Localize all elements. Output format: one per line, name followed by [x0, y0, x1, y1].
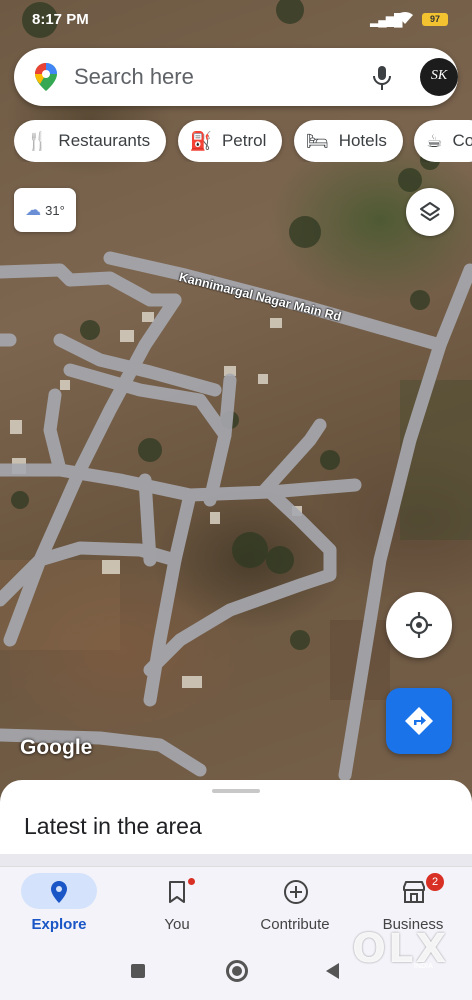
bed-icon: 🛏 [305, 130, 329, 151]
back-button[interactable] [326, 963, 339, 979]
chip-label: Restaurants [58, 131, 151, 150]
directions-button[interactable] [386, 688, 452, 754]
chip-restaurants[interactable]: 🍴 Restaurants [14, 120, 167, 162]
notification-badge: 2 [426, 873, 444, 891]
category-chips: 🍴 Restaurants ⛽ Petrol 🛏 Hotels ☕ Co [14, 120, 472, 162]
google-attribution: Google [20, 736, 93, 759]
chip-coffee[interactable]: ☕ Co [414, 120, 472, 162]
status-bar: 8:17 PM ▂▄▆█ 97 [0, 0, 472, 40]
fuel-icon: ⛽ [189, 130, 212, 151]
olx-watermark-sub: INDIA [414, 963, 434, 970]
sheet-divider [0, 854, 472, 866]
sheet-title: Latest in the area [24, 813, 202, 839]
satellite-map[interactable]: Kannimargal Nagar Main Rd Google [0, 0, 472, 790]
notification-dot [188, 878, 195, 885]
fork-knife-icon: 🍴 [26, 130, 49, 151]
store-icon [403, 881, 425, 903]
home-button[interactable] [226, 960, 248, 982]
chip-petrol[interactable]: ⛽ Petrol [177, 120, 283, 162]
olx-watermark-logo: OLX [352, 926, 449, 972]
status-time: 8:17 PM [32, 11, 89, 28]
explore-pin-icon [51, 881, 67, 903]
chip-label: Petrol [221, 131, 267, 150]
crosshair-icon [406, 612, 432, 638]
add-circle-icon [284, 880, 308, 904]
weather-chip[interactable]: ☁ 31° [14, 188, 76, 232]
nav-explore[interactable]: Explore [0, 867, 118, 947]
wifi-icon [396, 11, 414, 29]
recent-apps-button[interactable] [131, 964, 145, 978]
nav-label: You [164, 916, 190, 933]
search-input[interactable] [74, 60, 344, 94]
microphone-icon[interactable] [370, 64, 394, 92]
road-network [0, 0, 472, 782]
search-bar[interactable]: SK [14, 48, 458, 106]
nav-label: Contribute [260, 916, 330, 933]
cloud-moon-icon: ☁ [25, 202, 42, 219]
chip-hotels[interactable]: 🛏 Hotels [293, 120, 403, 162]
directions-icon [405, 707, 433, 735]
chip-label: Hotels [338, 131, 387, 150]
account-avatar[interactable]: SK [420, 58, 458, 96]
coffee-icon: ☕ [426, 130, 443, 151]
weather-temperature: 31° [45, 202, 65, 218]
bottom-sheet[interactable]: Latest in the area [0, 780, 472, 870]
layers-button[interactable] [406, 188, 454, 236]
my-location-button[interactable] [386, 592, 452, 658]
chip-label: Co [452, 131, 472, 150]
drag-handle[interactable] [212, 789, 260, 793]
nav-contribute[interactable]: Contribute [236, 867, 354, 947]
google-maps-pin-icon [34, 62, 58, 92]
battery-icon: 97 [422, 13, 448, 26]
bookmark-icon [169, 881, 185, 903]
nav-you[interactable]: You [118, 867, 236, 947]
nav-label: Explore [31, 916, 87, 933]
layers-icon [420, 202, 440, 221]
